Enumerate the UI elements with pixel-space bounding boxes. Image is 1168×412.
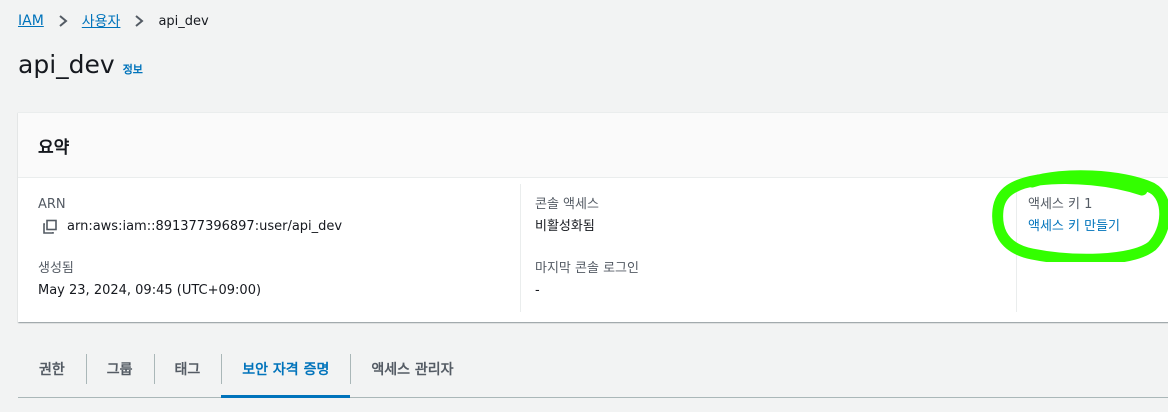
arn-value: arn:aws:iam::891377396897:user/api_dev: [67, 219, 343, 234]
arn-label: ARN: [38, 197, 66, 212]
last-login-field: 마지막 콘솔 로그인 -: [535, 260, 639, 301]
breadcrumb-current: api_dev: [158, 13, 209, 29]
summary-column-arn: ARN arn:aws:iam::891377396897:user/api_d…: [38, 184, 520, 312]
breadcrumb-iam-link[interactable]: IAM: [18, 13, 44, 29]
iam-user-page: IAM 사용자 api_dev api_dev 정보 요약 ARN arn:aw…: [0, 0, 1168, 412]
summary-card: 요약 ARN arn:aws:iam::891377396897:user/ap…: [18, 112, 1168, 322]
chevron-right-icon: [56, 14, 70, 28]
access-key-action-row: 액세스 키 만들기: [1028, 217, 1120, 237]
summary-column-console: 콘솔 액세스 비활성화됨 마지막 콘솔 로그인 -: [520, 184, 1031, 312]
page-title: api_dev: [18, 50, 115, 79]
chevron-right-icon: [132, 14, 146, 28]
console-access-field: 콘솔 액세스 비활성화됨: [535, 196, 599, 237]
last-login-label: 마지막 콘솔 로그인: [535, 261, 639, 276]
tab-tags[interactable]: 태그: [153, 340, 222, 397]
console-access-value: 비활성화됨: [535, 219, 595, 234]
last-login-value: -: [535, 283, 540, 298]
info-link[interactable]: 정보: [123, 61, 143, 77]
arn-field: ARN arn:aws:iam::891377396897:user/api_d…: [38, 196, 342, 237]
tab-bar: 권한 그룹 태그 보안 자격 증명 액세스 관리자: [18, 340, 1168, 398]
tab-groups[interactable]: 그룹: [85, 340, 154, 397]
create-access-key-link[interactable]: 액세스 키 만들기: [1028, 217, 1120, 237]
created-label: 생성됨: [38, 261, 74, 276]
console-access-label: 콘솔 액세스: [535, 197, 599, 212]
tab-access-advisor[interactable]: 액세스 관리자: [350, 340, 474, 397]
summary-header: 요약: [18, 113, 1168, 178]
tab-permissions[interactable]: 권한: [18, 340, 86, 397]
access-key-field: 액세스 키 1 액세스 키 만들기: [1028, 196, 1120, 237]
created-field: 생성됨 May 23, 2024, 09:45 (UTC+09:00): [38, 260, 261, 301]
copy-icon[interactable]: [42, 219, 58, 235]
created-value: May 23, 2024, 09:45 (UTC+09:00): [38, 283, 262, 298]
summary-title: 요약: [38, 137, 70, 158]
tab-security-credentials[interactable]: 보안 자격 증명: [221, 340, 351, 398]
breadcrumb: IAM 사용자 api_dev: [18, 10, 209, 32]
arn-value-row: arn:aws:iam::891377396897:user/api_dev: [38, 217, 342, 237]
page-header: api_dev 정보: [18, 50, 143, 79]
access-key-label: 액세스 키 1: [1028, 197, 1093, 212]
summary-column-access-key: 액세스 키 1 액세스 키 만들기: [1016, 184, 1168, 312]
summary-body: ARN arn:aws:iam::891377396897:user/api_d…: [18, 178, 1168, 322]
breadcrumb-users-link[interactable]: 사용자: [82, 11, 121, 31]
